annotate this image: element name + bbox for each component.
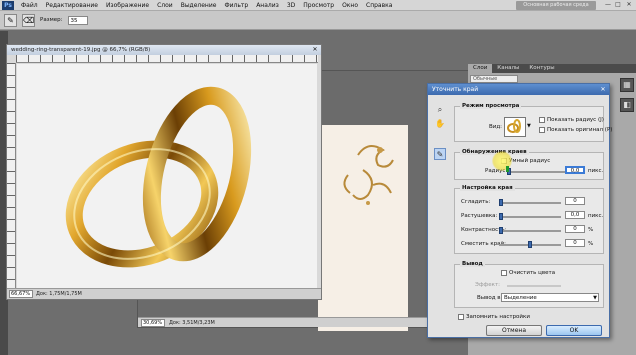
output-to-select[interactable]: Выделение ▼ (501, 293, 599, 302)
contrast-input[interactable]: 0 (565, 225, 585, 233)
size-label: Размер: (40, 17, 63, 23)
group-title: Вывод (460, 261, 485, 267)
menu-layers[interactable]: Слои (153, 2, 177, 9)
amount-slider[interactable] (507, 285, 561, 287)
close-icon[interactable]: ✕ (599, 86, 607, 93)
feather-slider-thumb[interactable] (499, 213, 503, 220)
document-canvas[interactable] (17, 64, 317, 288)
refine-radius-tool-icon[interactable]: ✎ (434, 148, 446, 160)
document-canvas-background[interactable] (318, 125, 408, 331)
tab-layers[interactable]: Слои (468, 64, 493, 73)
feather-input[interactable]: 0,0 (565, 211, 585, 219)
close-icon[interactable]: ✕ (311, 46, 319, 54)
wedding-rings-image (65, 86, 252, 268)
menu-file[interactable]: Файл (17, 2, 42, 9)
tab-paths[interactable]: Контуры (524, 64, 559, 73)
panel-dock-icon[interactable]: ◧ (620, 98, 634, 112)
close-icon[interactable]: ✕ (625, 1, 633, 9)
view-mode-thumbnail[interactable] (504, 117, 526, 137)
group-title: Режим просмотра (460, 103, 522, 109)
shift-edge-slider[interactable] (499, 241, 561, 248)
contrast-unit: % (588, 227, 594, 233)
menu-3d[interactable]: 3D (283, 2, 299, 9)
zoom-field[interactable]: 66,67% (9, 290, 33, 298)
cursor-highlight (492, 151, 512, 171)
smooth-input[interactable]: 0 (565, 197, 585, 205)
refine-radius-tool-icon[interactable]: ✎ (4, 13, 17, 27)
floral-ornament-icon (343, 145, 394, 205)
view-label: Вид: (489, 124, 503, 130)
menu-image[interactable]: Изображение (102, 2, 153, 9)
rings-thumbnail-icon (507, 119, 521, 133)
document-size: Док: 3,51M/3,23M (169, 319, 215, 326)
decontaminate-checkbox[interactable] (501, 270, 507, 276)
refine-edge-dialog: Уточнить край ✕ ⌕ ✋ ✎ Режим просмотра Ви… (427, 83, 612, 338)
document-window: wedding-ring-transparent-19.jpg @ 66,7% … (6, 44, 322, 300)
zoom-tool-icon[interactable]: ⌕ (434, 104, 446, 116)
vertical-ruler (7, 63, 16, 288)
cancel-button[interactable]: Отмена (486, 325, 542, 336)
adjust-edge-group: Настройка края Сгладить: 0 Растушевка: 0… (454, 185, 604, 254)
document-size: Док: 1,75M/1,75M (36, 291, 82, 297)
radius-input[interactable]: 0,0 (565, 166, 585, 174)
cursor-icon (506, 166, 509, 172)
panel-dock-icon[interactable]: ▦ (620, 78, 634, 92)
smooth-slider-thumb[interactable] (499, 199, 503, 206)
erase-refinements-tool-icon[interactable]: ⌫ (22, 13, 35, 27)
show-original-checkbox[interactable] (539, 127, 545, 133)
output-to-label: Вывод в: (477, 295, 503, 301)
feather-label: Растушевка: (461, 213, 498, 219)
menu-window[interactable]: Окно (338, 2, 362, 9)
menu-analysis[interactable]: Анализ (252, 2, 283, 9)
hand-tool-icon[interactable]: ✋ (434, 118, 446, 130)
amount-label: Эффект: (475, 282, 501, 288)
smooth-label: Сгладить: (461, 199, 491, 205)
shift-edge-unit: % (588, 241, 594, 247)
document-status-bar: 66,67% Док: 1,75M/1,75M (7, 288, 321, 299)
menu-bar: Ps Файл Редактирование Изображение Слои … (0, 0, 636, 11)
edge-detection-group: Обнаружение краев Умный радиус Радиус: 0… (454, 149, 604, 180)
smart-radius-label: Умный радиус (509, 158, 551, 164)
menu-select[interactable]: Выделение (177, 2, 221, 9)
show-original-label: Показать оригинал (P) (547, 127, 613, 133)
document-title[interactable]: wedding-ring-transparent-19.jpg @ 66,7% … (7, 45, 321, 55)
feather-slider[interactable] (499, 213, 561, 220)
chevron-down-icon: ▼ (593, 295, 597, 301)
photoshop-logo: Ps (2, 0, 14, 10)
menu-help[interactable]: Справка (362, 2, 396, 9)
menu-filter[interactable]: Фильтр (220, 2, 252, 9)
output-group: Вывод Очистить цвета Эффект: Вывод в: Вы… (454, 261, 604, 308)
tab-channels[interactable]: Каналы (492, 64, 524, 73)
output-to-value: Выделение (504, 295, 537, 301)
panel-tabs: Слои Каналы Контуры (468, 64, 636, 73)
radius-unit: пикс. (588, 168, 604, 174)
zoom-field[interactable]: 30,69% (141, 318, 165, 327)
decontaminate-label: Очистить цвета (509, 270, 556, 276)
smooth-slider[interactable] (499, 199, 561, 206)
view-mode-group: Режим просмотра Вид: ▼ Показать радиус (… (454, 103, 612, 142)
contrast-slider-thumb[interactable] (499, 227, 503, 234)
shift-edge-slider-thumb[interactable] (528, 241, 532, 248)
shift-edge-input[interactable]: 0 (565, 239, 585, 247)
maximize-icon[interactable]: □ (614, 1, 622, 9)
menu-view[interactable]: Просмотр (299, 2, 338, 9)
ok-button[interactable]: OK (546, 325, 602, 336)
show-radius-label: Показать радиус (J) (547, 117, 604, 123)
chevron-down-icon[interactable]: ▼ (527, 123, 532, 131)
remember-settings-checkbox[interactable] (458, 314, 464, 320)
workspace-button[interactable]: Основная рабочая среда (516, 1, 596, 10)
remember-settings-label: Запомнить настройки (466, 314, 530, 320)
blend-mode-select[interactable]: Обычные (470, 75, 518, 83)
group-title: Настройка края (460, 185, 515, 191)
feather-unit: пикс. (588, 213, 604, 219)
options-bar: ✎ ⌫ Размер: 35 (0, 11, 636, 30)
size-input[interactable]: 35 (67, 15, 88, 25)
show-radius-checkbox[interactable] (539, 117, 545, 123)
minimize-icon[interactable]: — (604, 1, 612, 9)
menu-edit[interactable]: Редактирование (42, 2, 102, 9)
dialog-title[interactable]: Уточнить край (428, 84, 609, 95)
horizontal-ruler (16, 55, 318, 63)
contrast-slider[interactable] (499, 227, 561, 234)
